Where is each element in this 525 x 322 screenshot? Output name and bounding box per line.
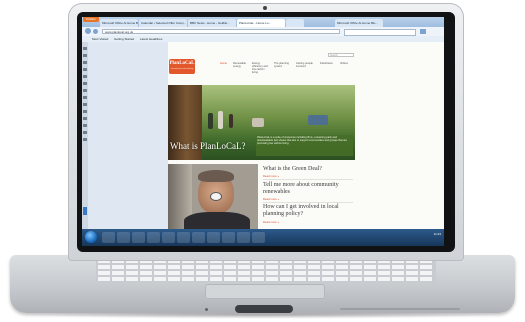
shape-tool-icon[interactable] — [83, 75, 87, 78]
app-icon[interactable] — [252, 232, 265, 243]
taskbar-clock[interactable]: 11:33 — [417, 232, 441, 237]
zoom-icon[interactable] — [83, 117, 87, 120]
word-icon[interactable] — [162, 232, 175, 243]
delete-icon[interactable] — [83, 131, 87, 134]
paint-icon[interactable] — [222, 232, 235, 243]
bookmark-getting-started[interactable]: Getting Started — [114, 36, 134, 42]
planlocal-logo[interactable]: PlanLoCaL — [169, 59, 195, 74]
browser-tab[interactable]: Calendar • Selected Offer Comp... — [139, 19, 187, 27]
browser-tab-active[interactable]: PlanLoCaL - Home Lo... — [237, 19, 285, 27]
start-button[interactable] — [85, 231, 97, 243]
keyboard-row — [98, 265, 434, 269]
hero-caption: PlanLoCaL is a suite of resources includ… — [256, 135, 353, 156]
question-community-renewables[interactable]: Tell me more about community renewables — [263, 182, 355, 196]
lid-latch — [235, 305, 293, 313]
optical-drive-slot — [340, 308, 460, 310]
color-swatch-icon[interactable] — [83, 138, 87, 141]
home-icon[interactable] — [420, 29, 426, 34]
capture-icon[interactable] — [83, 124, 87, 127]
play-button-icon[interactable] — [210, 192, 222, 201]
back-arrow-icon[interactable] — [85, 28, 91, 34]
nav-planning-system[interactable]: The planning system — [274, 62, 292, 68]
forward-arrow-icon[interactable] — [93, 28, 98, 34]
person-figure — [229, 114, 233, 128]
address-bar[interactable]: www.planlocal.org.uk — [102, 29, 340, 34]
question-local-planning[interactable]: How can I get involved in local planning… — [263, 204, 355, 218]
pen-tool-icon[interactable] — [83, 47, 87, 50]
fill-tool-icon[interactable] — [83, 96, 87, 99]
nav-getting-involved[interactable]: Getting people involved — [296, 62, 314, 68]
read-more-link[interactable]: Read more » — [263, 220, 279, 224]
media-player-icon[interactable] — [132, 232, 145, 243]
portrait-photo — [168, 164, 258, 234]
recycle-bin-icon[interactable] — [83, 207, 87, 215]
person-figure — [208, 113, 213, 129]
browser-tab[interactable]: Microsoft Office At Home Blo... — [100, 19, 138, 27]
outlook-icon[interactable] — [192, 232, 205, 243]
trackpad — [205, 284, 325, 299]
person-figure — [218, 111, 223, 129]
question-green-deal[interactable]: What is the Green Deal? — [263, 166, 355, 173]
browser-search-field[interactable] — [344, 29, 416, 36]
undo-icon[interactable] — [83, 103, 87, 106]
highlighter-tool-icon[interactable] — [83, 54, 87, 57]
screen: Firefox Microsoft Office At Home Blo... … — [82, 17, 444, 246]
excel-icon[interactable] — [177, 232, 190, 243]
browser-tab[interactable]: Microsoft Office At Home Blo... — [335, 19, 383, 27]
read-more-link[interactable]: Read more » — [263, 174, 279, 178]
explorer-folder-icon[interactable] — [117, 232, 130, 243]
redo-icon[interactable] — [83, 110, 87, 113]
bookmark-most-visited[interactable]: Most Visited — [92, 36, 108, 42]
sleep-led — [205, 308, 208, 311]
browser-tab[interactable]: BBC News - Home - Goldilo... — [188, 19, 236, 27]
divider — [263, 202, 353, 203]
keyboard-row — [98, 271, 434, 275]
webcam — [263, 6, 267, 10]
eraser-tool-icon[interactable] — [83, 61, 87, 64]
select-tool-icon[interactable] — [83, 89, 87, 92]
man-hair — [198, 170, 234, 182]
firefox-icon[interactable] — [147, 232, 160, 243]
keyboard-row — [98, 277, 434, 281]
bookmark-latest-headlines[interactable]: Latest Headlines — [140, 36, 162, 42]
snipping-tool-icon[interactable] — [237, 232, 250, 243]
nav-videos[interactable]: Videos — [340, 62, 358, 65]
line-tool-icon[interactable] — [83, 68, 87, 71]
nav-factsheets[interactable]: Factsheets — [320, 62, 338, 65]
logo-tagline: community low carbon planning — [170, 69, 194, 70]
site-search-input[interactable]: Search — [328, 53, 354, 57]
new-tab[interactable] — [286, 19, 304, 27]
nav-renewable-energy[interactable]: Renewable energy — [233, 62, 251, 68]
nav-energy-efficiency[interactable]: Energy efficiency and low carbon living — [252, 62, 270, 74]
read-more-link[interactable]: Read more » — [263, 197, 279, 201]
people-group — [308, 115, 328, 125]
people-group — [252, 118, 264, 127]
powerpoint-icon[interactable] — [207, 232, 220, 243]
hero-title: What is PlanLoCaL? — [170, 141, 246, 151]
text-tool-icon[interactable] — [83, 82, 87, 85]
firefox-menu-button[interactable]: Firefox — [83, 17, 99, 22]
divider — [263, 179, 353, 180]
ie-icon[interactable] — [102, 232, 115, 243]
